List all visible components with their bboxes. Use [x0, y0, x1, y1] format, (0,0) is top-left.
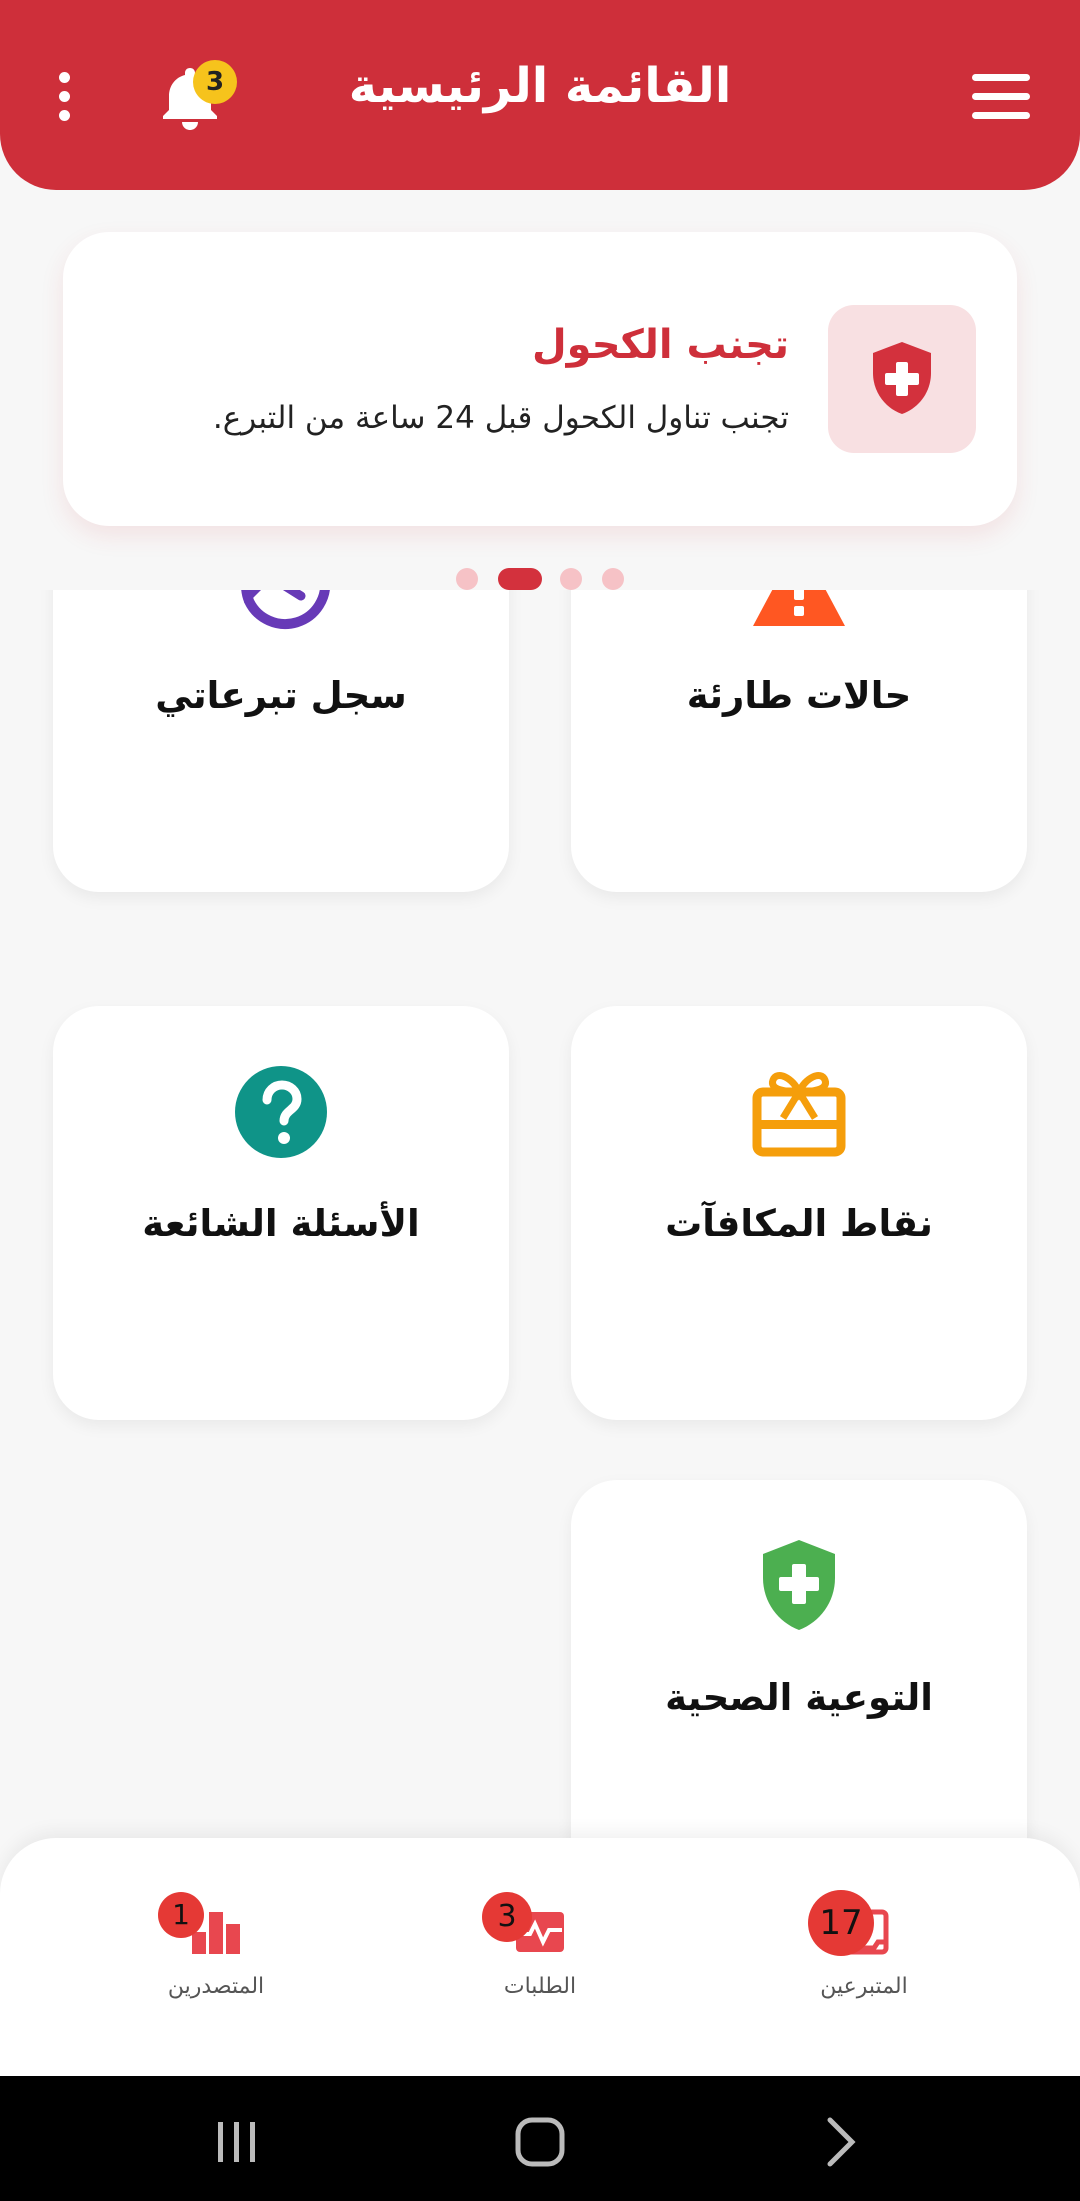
recent-apps-icon[interactable] — [212, 2116, 262, 2166]
warning-icon — [753, 590, 845, 626]
system-navigation-bar — [0, 2076, 1080, 2201]
donation-history-label: سجل تبرعاتي — [155, 674, 407, 717]
health-awareness-card[interactable]: التوعية الصحية — [571, 1480, 1027, 1840]
menu-line — [972, 112, 1030, 119]
donors-badge: 17 — [808, 1890, 874, 1956]
health-awareness-label: التوعية الصحية — [665, 1676, 933, 1719]
leaderboard-badge: 1 — [158, 1892, 204, 1938]
donation-history-card[interactable]: سجل تبرعاتي — [53, 590, 509, 892]
health-shield-icon — [763, 1540, 835, 1630]
banner-icon-box — [828, 305, 976, 453]
banner-text: تجنب تناول الكحول قبل 24 ساعة من التبرع. — [212, 400, 789, 436]
gift-card-icon — [752, 1072, 846, 1157]
page-title: القائمة الرئيسية — [348, 58, 732, 114]
nav-leaderboard-label: المتصدرين — [167, 1974, 265, 1999]
nav-donors[interactable]: 17 المتبرعين — [774, 1890, 954, 2012]
question-icon — [235, 1066, 327, 1158]
requests-badge: 3 — [482, 1892, 532, 1942]
banner-title: تجنب الكحول — [531, 322, 789, 368]
nav-requests-label: الطلبات — [503, 1974, 577, 1999]
banner-pager — [0, 568, 1080, 590]
emergency-cases-card[interactable]: حالات طارئة — [571, 590, 1027, 892]
menu-line — [972, 74, 1030, 81]
pager-dot[interactable] — [602, 568, 624, 590]
pager-dot-active[interactable] — [498, 568, 542, 590]
back-icon[interactable] — [822, 2116, 862, 2168]
shield-plus-icon — [873, 342, 931, 414]
tip-banner[interactable]: تجنب الكحول تجنب تناول الكحول قبل 24 ساع… — [63, 232, 1017, 526]
nav-requests[interactable]: 3 الطلبات — [450, 1892, 630, 2012]
menu-button[interactable] — [972, 74, 1044, 124]
bottom-navigation: 17 المتبرعين 3 الطلبات 1 المتصدرين — [0, 1838, 1080, 2076]
app-bar: 3 القائمة الرئيسية — [0, 0, 1080, 190]
nav-donors-label: المتبرعين — [820, 1974, 908, 1999]
reward-points-card[interactable]: نقاط المكافآت — [571, 1006, 1027, 1420]
menu-grid: حالات طارئة سجل تبرعاتي نقاط المكافآت ال… — [0, 590, 1080, 1840]
home-icon[interactable] — [514, 2116, 566, 2168]
pager-dot[interactable] — [456, 568, 478, 590]
history-icon — [241, 590, 330, 629]
faq-label: الأسئلة الشائعة — [142, 1202, 420, 1245]
menu-line — [972, 93, 1030, 100]
pager-dot[interactable] — [560, 568, 582, 590]
nav-leaderboard[interactable]: 1 المتصدرين — [126, 1892, 306, 2012]
emergency-cases-label: حالات طارئة — [686, 674, 912, 717]
reward-points-label: نقاط المكافآت — [665, 1202, 933, 1245]
faq-card[interactable]: الأسئلة الشائعة — [53, 1006, 509, 1420]
